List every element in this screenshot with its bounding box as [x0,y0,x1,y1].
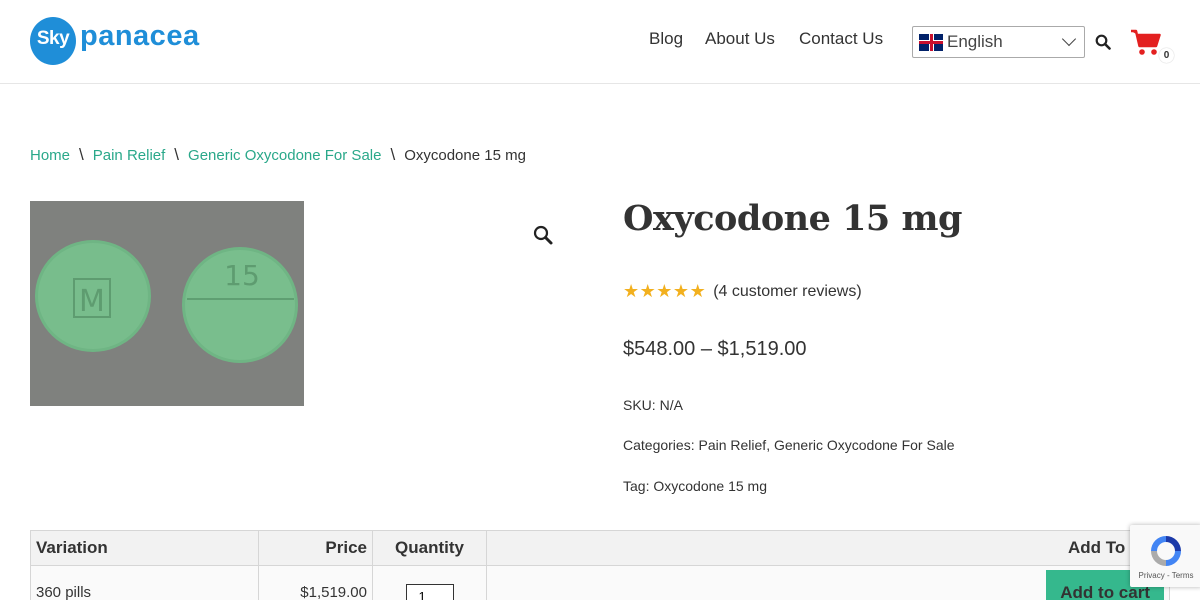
star-icon: ★ [689,281,706,302]
shopping-cart-icon[interactable] [1130,28,1162,56]
star-icon: ★ [656,281,673,302]
breadcrumb-separator: \ [79,145,84,164]
recaptcha-icon [1151,536,1181,566]
recaptcha-badge[interactable]: Privacy - Terms [1130,525,1200,587]
cart-count-badge: 0 [1159,48,1174,63]
site-header: Sky panacea Blog About Us Contact Us Eng… [0,0,1200,84]
logo-badge: Sky [30,17,76,65]
product-title: Oxycodone 15 mg [623,198,962,239]
breadcrumb: Home \ Pain Relief \ Generic Oxycodone For S… [30,145,526,165]
header-variation: Variation [30,530,259,566]
product-image[interactable]: M 15 [30,201,304,406]
breadcrumb-separator: \ [174,145,180,164]
header-quantity: Quantity [372,530,487,566]
language-label: English [947,32,1003,51]
chevron-down-icon [1061,31,1077,47]
variations-table: Variation Price Quantity Add To Cart 360… [30,530,1170,600]
table-row: 360 pills $1,519.00 Add to cart [30,565,1170,600]
logo-wordmark: panacea [80,19,200,52]
star-rating: ★ ★ ★ ★ ★ [623,283,706,301]
nav-blog[interactable]: Blog [649,29,683,49]
header-price: Price [258,530,373,566]
quantity-cell [372,565,487,600]
product-price: $548.00 – $1,519.00 [623,338,807,360]
sku-value: N/A [659,397,683,413]
breadcrumb-pain-relief[interactable]: Pain Relief [93,147,166,164]
breadcrumb-generic-oxycodone[interactable]: Generic Oxycodone For Sale [188,147,381,164]
product-rating: ★ ★ ★ ★ ★ (4 customer reviews) [623,283,862,301]
categories-value[interactable]: Pain Relief, Generic Oxycodone For Sale [698,437,954,453]
table-header-row: Variation Price Quantity Add To Cart [30,530,1170,566]
price-cell: $1,519.00 [258,565,373,600]
pill-imprint-m: M [79,284,105,319]
product-sku: SKU: N/A [623,397,683,413]
categories-label: Categories: [623,437,695,453]
product-photo: M 15 [30,201,304,406]
uk-flag-icon [919,33,943,51]
site-logo[interactable]: Sky panacea [30,17,200,65]
add-cell: Add to cart [486,565,1170,600]
logo-badge-text: Sky [36,28,70,49]
recaptcha-links[interactable]: Privacy - Terms [1130,571,1200,580]
magnifier-icon[interactable] [532,224,554,246]
quantity-input[interactable] [405,584,454,600]
nav-contact-us[interactable]: Contact Us [799,29,883,49]
breadcrumb-home[interactable]: Home [30,147,70,164]
star-icon: ★ [623,281,640,302]
variation-cell: 360 pills [30,565,259,600]
header-add-to-cart: Add To Cart [486,530,1170,566]
search-icon[interactable] [1095,34,1111,50]
breadcrumb-current: Oxycodone 15 mg [404,147,526,164]
star-icon: ★ [672,281,690,302]
product-tags: Tag: Oxycodone 15 mg [623,478,767,494]
product-categories: Categories: Pain Relief, Generic Oxycodo… [623,437,955,453]
pill-imprint-15: 15 [224,259,260,292]
tag-value[interactable]: Oxycodone 15 mg [653,478,767,494]
breadcrumb-separator: \ [390,145,396,164]
star-icon: ★ [639,281,656,302]
tag-label: Tag: [623,478,650,494]
language-select[interactable]: English [912,26,1085,58]
customer-reviews-link[interactable]: (4 customer reviews) [713,283,861,301]
nav-about-us[interactable]: About Us [705,29,775,49]
sku-label: SKU: [623,397,656,413]
